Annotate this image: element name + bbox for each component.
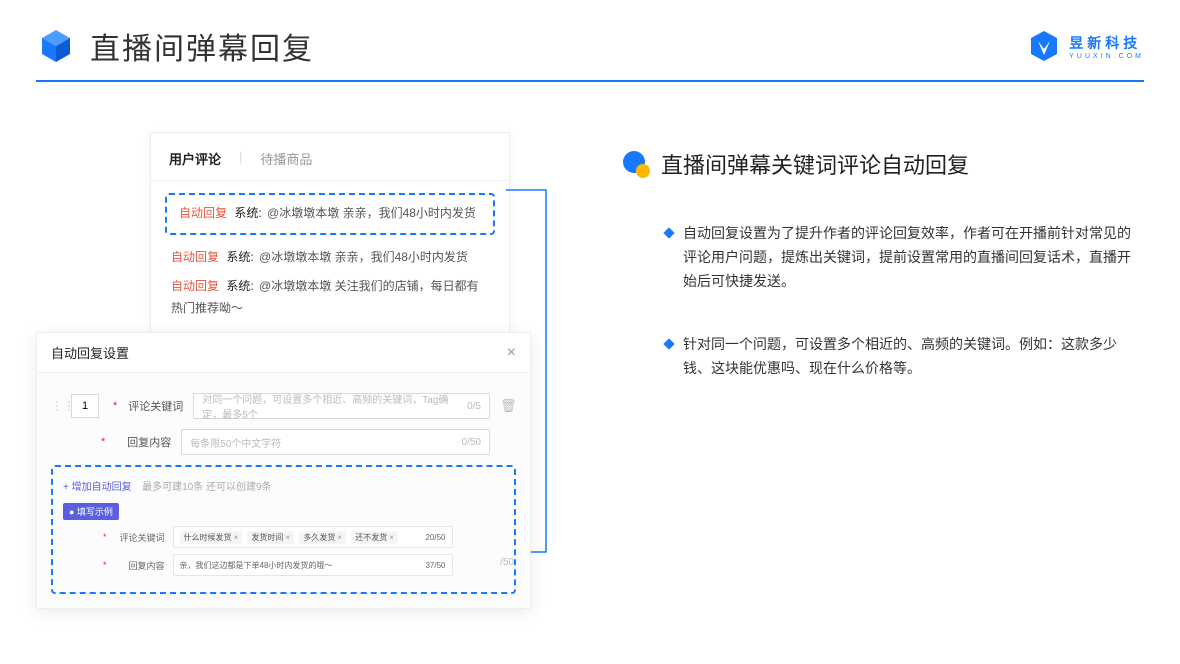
- keyword-placeholder: 对同一个问题，可设置多个相近、高频的关键词，Tag确定，最多5个: [202, 391, 467, 421]
- comment-item: 自动回复 系统: @冰墩墩本墩 亲亲，我们48小时内发货: [165, 247, 495, 269]
- tag-remove-icon[interactable]: ×: [234, 533, 239, 542]
- example-content-counter: 37/50: [425, 561, 445, 570]
- tag-remove-icon[interactable]: ×: [389, 533, 394, 542]
- required-star: *: [103, 532, 107, 542]
- system-tag: 系统:: [226, 279, 253, 293]
- company-logo: 昱新科技 YUUXIN.COM: [1027, 29, 1144, 63]
- example-content-input[interactable]: 亲，我们这边都是下单48小时内发货的哦～ 37/50: [173, 554, 453, 576]
- content-row: * 回复内容 每条限50个中文字符 0/50: [51, 429, 516, 455]
- add-hint: 最多可建10条 还可以创建9条: [142, 482, 271, 493]
- bullet-text: 自动回复设置为了提升作者的评论回复效率，作者可在开播前针对常见的评论用户问题，提…: [683, 222, 1144, 293]
- drag-handle-icon[interactable]: ⋮⋮: [51, 399, 61, 413]
- content-counter: 0/50: [462, 437, 481, 448]
- keyword-counter: 0/5: [467, 401, 481, 412]
- content-label: 回复内容: [115, 434, 171, 450]
- tag-chip[interactable]: 还不发货×: [351, 531, 398, 544]
- auto-reply-tag: 自动回复: [171, 250, 219, 264]
- comment-text: @冰墩墩本墩 亲亲，我们48小时内发货: [267, 206, 476, 220]
- bullet-text: 针对同一个问题，可设置多个相近的、高频的关键词。例如：这款多少钱、这块能优惠吗、…: [683, 333, 1144, 381]
- tab-divider: |: [239, 149, 242, 176]
- system-tag: 系统:: [226, 250, 253, 264]
- auto-reply-tag: 自动回复: [171, 279, 219, 293]
- example-keyword-label: 评论关键词: [115, 531, 165, 544]
- required-star: *: [101, 436, 105, 448]
- example-content-label: 回复内容: [115, 559, 165, 572]
- comment-text: @冰墩墩本墩 亲亲，我们48小时内发货: [259, 250, 468, 264]
- tag-chip[interactable]: 多久发货×: [299, 531, 346, 544]
- comments-tabs: 用户评论 | 待播商品: [151, 149, 509, 181]
- example-keyword-counter: 20/50: [425, 533, 445, 542]
- trash-icon[interactable]: 🗑: [500, 398, 516, 414]
- cube-icon: [36, 26, 76, 66]
- bullet-list: 自动回复设置为了提升作者的评论回复效率，作者可在开播前针对常见的评论用户问题，提…: [621, 222, 1144, 381]
- required-star: *: [103, 560, 107, 570]
- tag-list: 什么时候发货× 发货时间× 多久发货× 还不发货×: [180, 531, 401, 544]
- tag-chip[interactable]: 什么时候发货×: [180, 531, 243, 544]
- bullet-item: 针对同一个问题，可设置多个相近的、高频的关键词。例如：这款多少钱、这块能优惠吗、…: [665, 333, 1144, 381]
- stray-counter: /50: [500, 557, 514, 568]
- tag-chip[interactable]: 发货时间×: [247, 531, 294, 544]
- keyword-row: ⋮⋮ * 评论关键词 对同一个问题，可设置多个相近、高频的关键词，Tag确定，最…: [51, 393, 516, 419]
- example-content-value: 亲，我们这边都是下单48小时内发货的哦～: [180, 560, 333, 571]
- content-placeholder: 每条限50个中文字符: [190, 435, 281, 450]
- add-auto-reply-link[interactable]: + 增加自动回复: [63, 482, 132, 493]
- sequence-input[interactable]: [71, 394, 99, 418]
- tag-remove-icon[interactable]: ×: [285, 533, 290, 542]
- example-badge: ● 填写示例: [63, 503, 119, 520]
- example-keyword-row: * 评论关键词 什么时候发货× 发货时间× 多久发货× 还不发货× 20/50: [63, 526, 504, 548]
- settings-title: 自动回复设置: [51, 343, 129, 362]
- highlighted-comment: 自动回复 系统: @冰墩墩本墩 亲亲，我们48小时内发货: [165, 193, 495, 235]
- example-content-row: * 回复内容 亲，我们这边都是下单48小时内发货的哦～ 37/50: [63, 554, 504, 576]
- keyword-label: 评论关键词: [127, 398, 183, 414]
- close-icon[interactable]: ×: [507, 344, 516, 362]
- auto-reply-tag: 自动回复: [179, 206, 227, 220]
- section-header: 直播间弹幕关键词评论自动回复: [621, 148, 1144, 180]
- diamond-icon: [663, 339, 674, 350]
- chat-bubble-icon: [621, 149, 651, 179]
- keyword-input[interactable]: 对同一个问题，可设置多个相近、高频的关键词，Tag确定，最多5个 0/5: [193, 393, 490, 419]
- bullet-item: 自动回复设置为了提升作者的评论回复效率，作者可在开播前针对常见的评论用户问题，提…: [665, 222, 1144, 293]
- tab-pending-products[interactable]: 待播商品: [260, 149, 312, 176]
- tab-user-comments[interactable]: 用户评论: [169, 149, 221, 176]
- content-input[interactable]: 每条限50个中文字符 0/50: [181, 429, 490, 455]
- tag-remove-icon[interactable]: ×: [337, 533, 342, 542]
- example-highlight-box: + 增加自动回复 最多可建10条 还可以创建9条 ● 填写示例 * 评论关键词 …: [51, 465, 516, 594]
- section-title: 直播间弹幕关键词评论自动回复: [661, 148, 969, 180]
- required-star: *: [113, 400, 117, 412]
- diamond-icon: [663, 227, 674, 238]
- system-tag: 系统:: [234, 206, 261, 220]
- logo-en: YUUXIN.COM: [1069, 53, 1144, 60]
- example-keyword-input[interactable]: 什么时候发货× 发货时间× 多久发货× 还不发货× 20/50: [173, 526, 453, 548]
- auto-reply-settings-panel: 自动回复设置 × ⋮⋮ * 评论关键词 对同一个问题，可设置多个相近、高频的关键…: [36, 332, 531, 609]
- page-header: 直播间弹幕回复 昱新科技 YUUXIN.COM: [0, 0, 1180, 68]
- comment-item: 自动回复 系统: @冰墩墩本墩 关注我们的店铺，每日都有热门推荐呦～: [165, 276, 495, 319]
- page-title: 直播间弹幕回复: [90, 24, 314, 68]
- logo-cn: 昱新科技: [1069, 33, 1144, 53]
